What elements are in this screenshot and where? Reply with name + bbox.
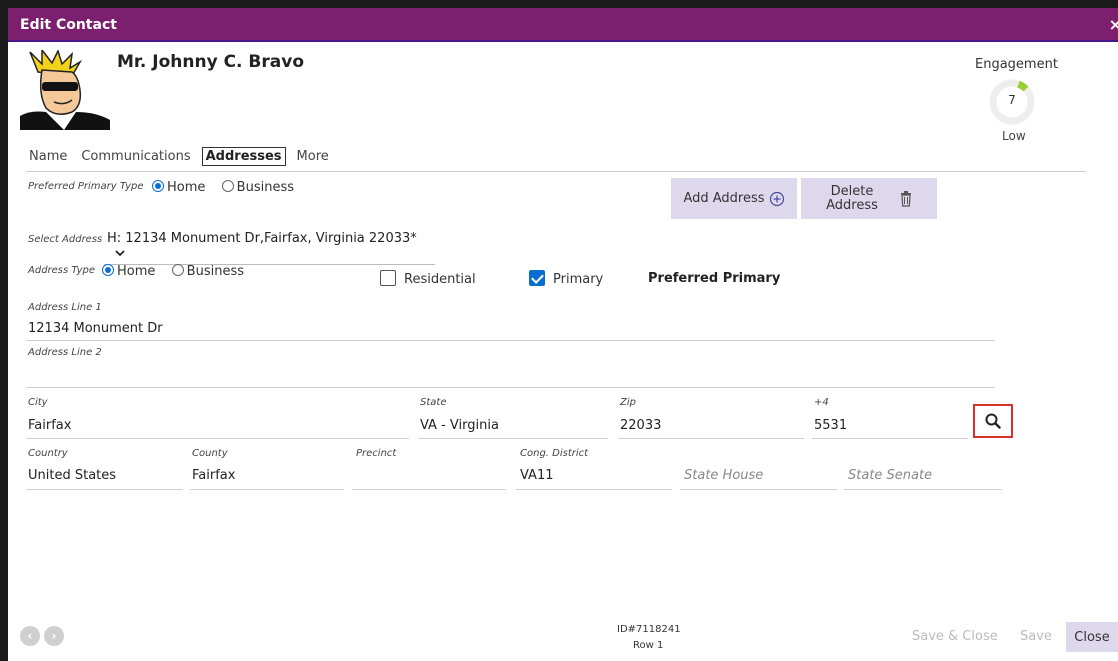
tab-more[interactable]: More: [294, 148, 332, 165]
engagement-value: 7: [1008, 93, 1016, 107]
preferred-primary-label: Preferred Primary: [648, 271, 781, 286]
state-input[interactable]: VA - Virginia: [420, 418, 499, 433]
address-line1-underline: [26, 340, 994, 341]
precinct-input[interactable]: [356, 468, 506, 486]
chevron-left-icon: ‹: [27, 629, 33, 643]
preferred-business-label: Business: [236, 180, 294, 195]
add-address-button[interactable]: Add Address: [671, 178, 797, 219]
tab-name[interactable]: Name: [26, 148, 70, 165]
preferred-type-label: Preferred Primary Type: [28, 181, 144, 192]
city-input[interactable]: Fairfax: [28, 418, 71, 433]
state-senate-input[interactable]: State Senate: [848, 468, 932, 483]
delete-address-label-1: Delete: [830, 183, 874, 199]
select-address-label: Select Address: [28, 234, 103, 245]
cong-district-underline: [516, 489, 672, 490]
engagement-label: Engagement: [975, 57, 1058, 72]
contact-name: Mr. Johnny C. Bravo: [117, 52, 304, 72]
window-title: Edit Contact: [20, 17, 117, 33]
zip-underline: [618, 438, 804, 439]
country-underline: [26, 489, 183, 490]
county-label: County: [192, 448, 228, 459]
address-type-radios: Home Business: [102, 264, 244, 279]
close-icon[interactable]: ×: [1109, 15, 1118, 34]
save-and-close-button[interactable]: Save & Close: [912, 629, 998, 644]
title-bar: Edit Contact ×: [8, 8, 1118, 42]
next-record-button[interactable]: ›: [44, 626, 64, 646]
preferred-business-radio[interactable]: [221, 180, 234, 192]
primary-label: Primary: [553, 272, 604, 287]
plus4-underline: [812, 438, 968, 439]
chevron-down-icon: [115, 247, 125, 260]
plus4-input[interactable]: 5531: [814, 418, 847, 433]
address-type-label: Address Type: [28, 265, 96, 276]
delete-address-button[interactable]: Delete Address: [801, 178, 937, 219]
zip-label: Zip: [620, 397, 636, 408]
previous-record-button[interactable]: ‹: [20, 626, 40, 646]
country-input[interactable]: United States: [28, 468, 116, 483]
close-button[interactable]: Close: [1066, 622, 1118, 652]
cong-district-input[interactable]: VA11: [520, 468, 554, 483]
address-line2-label: Address Line 2: [28, 347, 102, 358]
search-icon: [985, 413, 1001, 429]
state-underline: [418, 438, 608, 439]
county-input[interactable]: Fairfax: [192, 468, 235, 483]
city-underline: [26, 438, 409, 439]
save-button[interactable]: Save: [1020, 629, 1052, 644]
address-business-radio[interactable]: [171, 264, 184, 276]
record-row: Row 1: [633, 640, 664, 651]
address-line1-input[interactable]: 12134 Monument Dr: [28, 321, 163, 336]
country-label: Country: [28, 448, 68, 459]
state-house-underline: [680, 489, 837, 490]
address-lookup-button[interactable]: [973, 404, 1013, 438]
address-home-radio[interactable]: [102, 264, 114, 276]
residential-checkbox[interactable]: [380, 270, 396, 286]
tab-addresses[interactable]: Addresses: [201, 147, 286, 166]
chevron-right-icon: ›: [51, 629, 57, 643]
preferred-type-radios: Home Business: [152, 180, 294, 195]
residential-label: Residential: [404, 272, 476, 287]
plus-circle-icon: [769, 191, 785, 207]
record-id: ID#7118241: [617, 624, 681, 635]
preferred-home-label: Home: [167, 180, 206, 195]
select-address-dropdown[interactable]: H: 12134 Monument Dr,Fairfax, Virginia 2…: [104, 229, 435, 265]
primary-checkbox[interactable]: [529, 270, 545, 286]
engagement-level: Low: [1002, 129, 1026, 143]
plus4-label: +4: [814, 397, 829, 408]
precinct-label: Precinct: [356, 448, 397, 459]
cong-district-label: Cong. District: [520, 448, 589, 459]
avatar: [20, 47, 110, 130]
add-address-label: Add Address: [683, 191, 765, 206]
address-home-label: Home: [117, 264, 156, 279]
address-business-label: Business: [186, 264, 244, 279]
tab-bar: Name Communications Addresses More: [26, 147, 332, 166]
tab-communications[interactable]: Communications: [78, 148, 193, 165]
state-label: State: [420, 397, 447, 408]
window-frame: [0, 0, 1118, 661]
address-line2-input[interactable]: [28, 364, 994, 384]
residential-option: Residential: [380, 270, 476, 287]
primary-option: Primary: [529, 270, 603, 287]
engagement-gauge: 7: [988, 78, 1036, 126]
zip-input[interactable]: 22033: [620, 418, 661, 433]
precinct-underline: [352, 489, 506, 490]
address-line2-underline: [26, 387, 994, 388]
address-line1-label: Address Line 1: [28, 302, 102, 313]
delete-address-label-2: Address: [826, 197, 878, 213]
trash-icon: [900, 190, 912, 207]
county-underline: [190, 489, 344, 490]
tab-divider: [26, 171, 1086, 172]
select-address-value: H: 12134 Monument Dr,Fairfax, Virginia 2…: [107, 231, 417, 246]
city-label: City: [28, 397, 48, 408]
state-senate-underline: [844, 489, 1002, 490]
preferred-home-radio[interactable]: [152, 180, 164, 192]
state-house-input[interactable]: State House: [684, 468, 763, 483]
